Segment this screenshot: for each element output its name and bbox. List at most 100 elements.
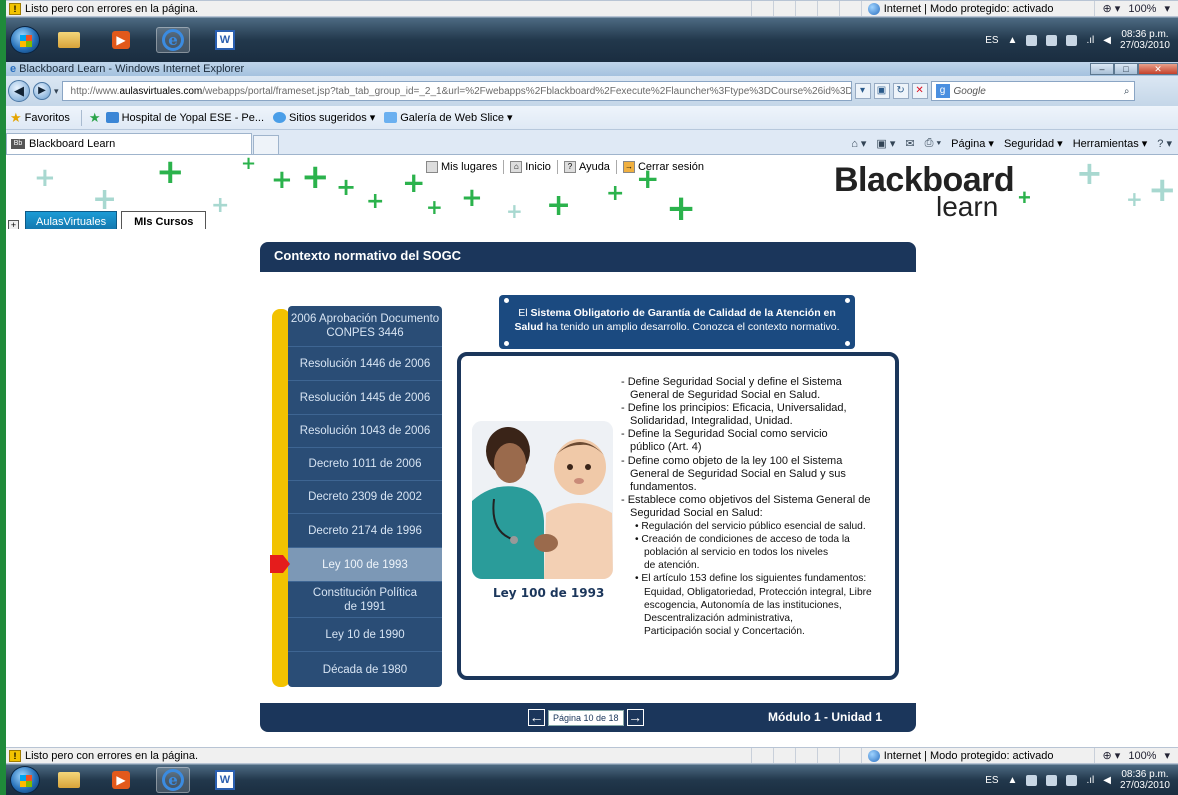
power-icon[interactable] [1066, 34, 1078, 46]
security-zone[interactable]: Internet | Modo protegido: activado [860, 748, 1094, 763]
intro-callout: El Sistema Obligatorio de Garantía de Ca… [499, 295, 855, 349]
show-hidden-icons[interactable]: ▲ [1008, 35, 1018, 46]
clock[interactable]: 08:36 p.m. 27/03/2010 [1120, 769, 1170, 791]
word-taskbar-button[interactable]: W [208, 767, 242, 793]
timeline-item[interactable]: Resolución 1445 de 2006 [288, 381, 442, 415]
clock-date: 27/03/2010 [1119, 40, 1170, 51]
blackboard-favicon: Bb [11, 139, 25, 149]
tab-mis-cursos[interactable]: MIs Cursos [121, 211, 207, 229]
timeline-item[interactable]: Decreto 2174 de 1996 [288, 514, 442, 548]
search-box[interactable]: g Google ⌕ [930, 81, 1135, 101]
timeline-item[interactable]: 2006 Aprobación Documento CONPES 3446 [288, 306, 442, 347]
mail-icon[interactable]: ✉ [905, 137, 914, 150]
timeline-item[interactable]: Década de 1980 [288, 652, 442, 687]
show-hidden-icons[interactable]: ▲ [1008, 775, 1018, 786]
timeline-item[interactable]: Constitución Política de 1991 [288, 582, 442, 618]
volume-icon[interactable]: ◀ [1103, 35, 1111, 46]
signal-icon[interactable]: .ıl [1086, 775, 1094, 786]
action-center-icon[interactable] [1046, 34, 1058, 46]
address-dropdown-button[interactable]: ▾ [854, 83, 871, 99]
media-player-taskbar-button[interactable]: ▶ [104, 27, 138, 53]
ie-taskbar-button[interactable]: e [156, 27, 190, 53]
signal-icon[interactable]: .ıl [1086, 35, 1094, 46]
link-cerrar-sesion[interactable]: → Cerrar sesión [622, 161, 704, 173]
status-bar-top: ! Listo pero con errores en la página. I… [6, 0, 1178, 17]
timeline-item-active[interactable]: Ley 100 de 1993 [288, 548, 442, 582]
back-button[interactable]: ◀ [8, 80, 30, 102]
next-page-button[interactable]: → [626, 709, 644, 726]
tab-aulas-virtuales[interactable]: AulasVirtuales [25, 211, 118, 229]
minimize-button[interactable]: – [1090, 63, 1114, 75]
explorer-taskbar-button[interactable] [52, 27, 86, 53]
volume-icon[interactable]: ◀ [1103, 775, 1111, 786]
fav-item-suggested[interactable]: Sitios sugeridos ▾ [273, 111, 375, 124]
stop-button[interactable]: ✕ [911, 83, 928, 99]
warning-icon[interactable]: ! [9, 2, 21, 15]
word-icon: W [215, 770, 235, 790]
decorative-plus: + [211, 193, 230, 218]
power-icon[interactable] [1066, 774, 1078, 786]
history-dropdown[interactable]: ▾ [54, 86, 59, 97]
media-player-taskbar-button[interactable]: ▶ [104, 767, 138, 793]
system-tray: ES ▲ .ıl ◀ 08:36 p.m. 27/03/2010 [985, 29, 1178, 51]
new-tab-button[interactable] [253, 135, 279, 154]
expand-icon[interactable]: + [8, 220, 19, 229]
timeline-item[interactable]: Resolución 1446 de 2006 [288, 347, 442, 381]
network-icon[interactable] [1026, 34, 1038, 46]
prev-page-button[interactable]: ← [528, 709, 545, 726]
network-icon[interactable] [1026, 774, 1038, 786]
menu-security[interactable]: Seguridad ▾ [1004, 137, 1063, 150]
forward-button[interactable]: ▶ [33, 82, 51, 100]
maximize-button[interactable]: □ [1114, 63, 1138, 75]
start-button[interactable] [10, 766, 40, 794]
start-button[interactable] [10, 26, 40, 54]
ie-taskbar-button[interactable]: e [156, 767, 190, 793]
refresh-button[interactable]: ↻ [892, 83, 909, 99]
fav-item-hospital[interactable]: Hospital de Yopal ESE - Pe... [105, 112, 264, 124]
tab-blackboard-learn[interactable]: Bb Blackboard Learn [6, 133, 252, 154]
link-mis-lugares[interactable]: Mis lugares [426, 161, 497, 173]
lesson-stage: Contexto normativo del SOGC 2006 Aprobac… [6, 229, 1178, 747]
favorites-bar: ★ Favoritos ★ Hospital de Yopal ESE - Pe.… [6, 106, 1178, 130]
chevron-down-icon: ▾ [1164, 750, 1170, 762]
status-message[interactable]: Listo pero con errores en la página. [25, 3, 198, 15]
fav-item-webslice[interactable]: Galería de Web Slice ▾ [384, 111, 513, 124]
timeline-item[interactable]: Resolución 1043 de 2006 [288, 415, 442, 448]
language-indicator[interactable]: ES [985, 35, 998, 46]
decorative-plus: + [34, 163, 56, 193]
language-indicator[interactable]: ES [985, 775, 998, 786]
action-center-icon[interactable] [1046, 774, 1058, 786]
timeline-item[interactable]: Decreto 2309 de 2002 [288, 481, 442, 514]
search-icon[interactable]: ⌕ [1124, 86, 1130, 97]
decorative-plus: + [402, 166, 426, 199]
add-favorite-icon[interactable]: ★ [89, 110, 101, 126]
clock[interactable]: 08:36 p.m. 27/03/2010 [1120, 29, 1170, 51]
menu-page[interactable]: Página ▾ [951, 137, 994, 150]
decorative-plus: + [366, 189, 385, 214]
link-ayuda[interactable]: ? Ayuda [563, 161, 610, 173]
compatibility-view-button[interactable]: ▣ [873, 83, 890, 99]
security-zone[interactable]: Internet | Modo protegido: activado [860, 1, 1094, 16]
link-inicio[interactable]: ⌂ Inicio [510, 161, 551, 173]
link-label: Ayuda [578, 161, 610, 173]
timeline-item[interactable]: Ley 10 de 1990 [288, 618, 442, 652]
timeline-item[interactable]: Decreto 1011 de 2006 [288, 448, 442, 481]
help-icon[interactable]: ? ▾ [1157, 137, 1172, 150]
feeds-icon[interactable]: ▣ ▾ [876, 137, 895, 150]
ie-icon: e [162, 29, 184, 51]
favorites-label: Favoritos [24, 111, 70, 124]
favorites-button[interactable]: ★ Favoritos [10, 110, 70, 126]
menu-tools[interactable]: Herramientas ▾ [1073, 137, 1148, 150]
close-button[interactable]: ✕ [1138, 63, 1178, 75]
word-taskbar-button[interactable]: W [208, 27, 242, 53]
home-icon[interactable]: ⌂ ▾ [851, 137, 866, 150]
description: - Define Seguridad Social y define el Si… [621, 376, 891, 638]
status-message[interactable]: Listo pero con errores en la página. [25, 750, 198, 762]
zoom-control[interactable]: ⊕ ▾ 100% ▾ [1093, 748, 1178, 763]
explorer-taskbar-button[interactable] [52, 767, 86, 793]
description-line: - Define Seguridad Social y define el Si… [621, 376, 842, 388]
zoom-control[interactable]: ⊕ ▾ 100% ▾ [1093, 1, 1178, 16]
warning-icon[interactable]: ! [9, 749, 21, 762]
address-field[interactable]: http://www. aulasvirtuales.com/webapps/po… [61, 81, 852, 101]
print-icon[interactable]: ⎙ ▾ [925, 137, 941, 150]
